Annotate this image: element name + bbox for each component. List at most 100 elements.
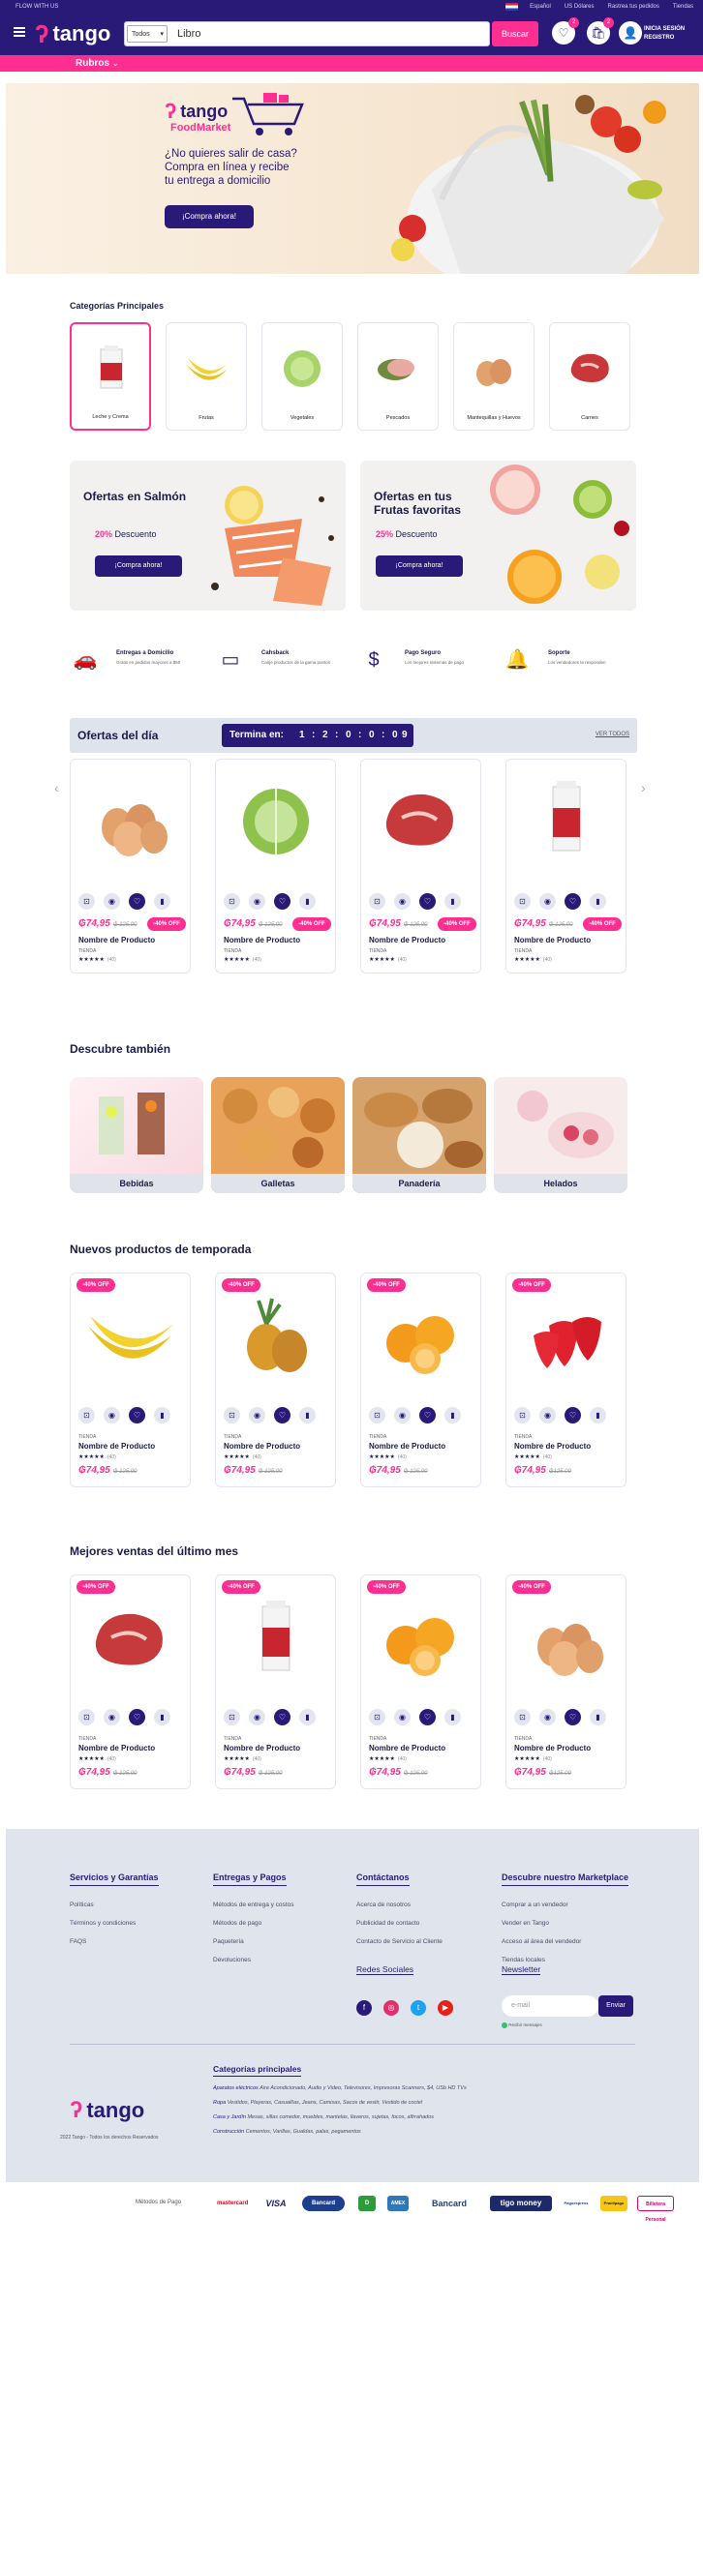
eye-icon[interactable]: ◉ xyxy=(394,893,411,910)
compare-icon[interactable]: ▮ xyxy=(590,1709,606,1725)
rubros-dropdown[interactable]: Rubros ⌄ xyxy=(76,58,118,69)
product-name[interactable]: Nombre de Producto xyxy=(224,1744,300,1752)
product-card[interactable]: -40% OFF ⊡ ◉ ♡ ▮ TIENDA Nombre de Producto ★★★★… xyxy=(505,1273,627,1487)
currency-link[interactable]: US Dólares xyxy=(565,4,595,10)
footer-link[interactable]: Acceso al área del vendedor xyxy=(502,1938,628,1945)
cart-icon[interactable]: ⊡ xyxy=(514,893,531,910)
product-card[interactable]: -40% OFF ⊡ ◉ ♡ ▮ TIENDA Nombre de Producto ★★★★… xyxy=(215,1574,336,1789)
heart-icon[interactable]: ♡ xyxy=(419,1709,436,1725)
product-card[interactable]: -40% OFF ⊡ ◉ ♡ ▮ TIENDA Nombre de Producto ★★★★… xyxy=(70,1273,191,1487)
product-name[interactable]: Nombre de Producto xyxy=(78,1744,155,1752)
search-category-select[interactable]: Todos xyxy=(127,25,168,43)
discover-card[interactable]: Helados xyxy=(494,1077,627,1193)
product-name[interactable]: Nombre de Producto xyxy=(224,1442,300,1451)
cart-icon[interactable]: 🛍 2 xyxy=(587,17,614,45)
search-button[interactable]: Buscar xyxy=(492,21,538,46)
product-name[interactable]: Nombre de Producto xyxy=(369,936,445,944)
product-card[interactable]: ⊡ ◉ ♡ ▮ ₲74,95 ₲ 125,00 -40% OFF Nombre de Prod… xyxy=(70,759,191,973)
promo-shop-button[interactable]: ¡Compra ahora! xyxy=(95,555,182,577)
instagram-icon[interactable]: ◎ xyxy=(383,2000,399,2016)
heart-icon[interactable]: ♡ xyxy=(419,1407,436,1423)
category-card[interactable]: Leche y Crema xyxy=(70,322,151,431)
compare-icon[interactable]: ▮ xyxy=(444,893,461,910)
heart-icon[interactable]: ♡ xyxy=(129,1407,145,1423)
footer-link[interactable]: Tiendas locales xyxy=(502,1957,628,1963)
cart-icon[interactable]: ⊡ xyxy=(224,1407,240,1423)
footer-link[interactable]: Vender en Tango xyxy=(502,1920,628,1927)
footer-logo[interactable]: ʔ tango xyxy=(70,2098,144,2123)
footer-link[interactable]: Métodos de entrega y costos xyxy=(213,1902,293,1908)
view-all-link[interactable]: VER TODOS xyxy=(596,732,629,737)
footer-link[interactable]: Métodos de pago xyxy=(213,1920,293,1927)
footer-link[interactable]: Publicidad de contacto xyxy=(356,1920,443,1927)
product-name[interactable]: Nombre de Producto xyxy=(514,936,591,944)
heart-icon[interactable]: ♡ xyxy=(274,893,290,910)
product-card[interactable]: ⊡ ◉ ♡ ▮ ₲74,95 ₲ 125,00 -40% OFF Nombre de Prod… xyxy=(215,759,336,973)
discover-card[interactable]: Panadería xyxy=(352,1077,486,1193)
product-name[interactable]: Nombre de Producto xyxy=(224,936,300,944)
heart-icon[interactable]: ♡ xyxy=(565,1407,581,1423)
product-name[interactable]: Nombre de Producto xyxy=(514,1744,591,1752)
category-card[interactable]: Mantequillas y Huevos xyxy=(453,322,535,431)
cart-icon[interactable]: ⊡ xyxy=(369,1709,385,1725)
promo-card-fruits[interactable]: Ofertas en tus Frutas favoritas 25% Descu… xyxy=(360,461,636,611)
compare-icon[interactable]: ▮ xyxy=(444,1709,461,1725)
footer-link[interactable]: Paquetería xyxy=(213,1938,293,1945)
compare-icon[interactable]: ▮ xyxy=(444,1407,461,1423)
footer-link[interactable]: Políticas xyxy=(70,1902,159,1908)
heart-icon[interactable]: ♡ xyxy=(129,1709,145,1725)
wishlist-icon[interactable]: ♡ 2 xyxy=(552,17,579,45)
heart-icon[interactable]: ♡ xyxy=(274,1407,290,1423)
product-card[interactable]: -40% OFF ⊡ ◉ ♡ ▮ TIENDA Nombre de Producto ★★★★… xyxy=(360,1273,481,1487)
cart-icon[interactable]: ⊡ xyxy=(369,1407,385,1423)
hero-shop-button[interactable]: ¡Compra ahora! xyxy=(165,205,254,228)
eye-icon[interactable]: ◉ xyxy=(539,1709,556,1725)
compare-icon[interactable]: ▮ xyxy=(299,893,316,910)
product-card[interactable]: ⊡ ◉ ♡ ▮ ₲74,95 ₲ 125,00 -40% OFF Nombre de Prod… xyxy=(360,759,481,973)
product-card[interactable]: -40% OFF ⊡ ◉ ♡ ▮ TIENDA Nombre de Producto ★★★★… xyxy=(505,1574,627,1789)
product-name[interactable]: Nombre de Producto xyxy=(514,1442,591,1451)
cart-icon[interactable]: ⊡ xyxy=(224,1709,240,1725)
cart-icon[interactable]: ⊡ xyxy=(78,893,95,910)
discover-card[interactable]: Bebidas xyxy=(70,1077,203,1193)
product-card[interactable]: -40% OFF ⊡ ◉ ♡ ▮ TIENDA Nombre de Producto ★★★★… xyxy=(70,1574,191,1789)
category-card[interactable]: Frutas xyxy=(166,322,247,431)
cart-icon[interactable]: ⊡ xyxy=(78,1407,95,1423)
cart-icon[interactable]: ⊡ xyxy=(369,893,385,910)
language-link[interactable]: Español xyxy=(530,4,551,10)
category-card[interactable]: Carnes xyxy=(549,322,630,431)
eye-icon[interactable]: ◉ xyxy=(394,1709,411,1725)
eye-icon[interactable]: ◉ xyxy=(249,1407,265,1423)
compare-icon[interactable]: ▮ xyxy=(590,893,606,910)
logo[interactable]: ʔ tango xyxy=(35,21,110,46)
product-card[interactable]: -40% OFF ⊡ ◉ ♡ ▮ TIENDA Nombre de Producto ★★★★… xyxy=(215,1273,336,1487)
carousel-prev-icon[interactable]: ‹ xyxy=(54,780,59,795)
track-orders-link[interactable]: Rastrea tus pedidos xyxy=(608,4,659,10)
eye-icon[interactable]: ◉ xyxy=(104,1709,120,1725)
heart-icon[interactable]: ♡ xyxy=(419,893,436,910)
compare-icon[interactable]: ▮ xyxy=(299,1407,316,1423)
category-card[interactable]: Pescados xyxy=(357,322,439,431)
discover-card[interactable]: Galletas xyxy=(211,1077,345,1193)
compare-icon[interactable]: ▮ xyxy=(299,1709,316,1725)
product-card[interactable]: -40% OFF ⊡ ◉ ♡ ▮ TIENDA Nombre de Producto ★★★★… xyxy=(360,1574,481,1789)
product-name[interactable]: Nombre de Producto xyxy=(369,1442,445,1451)
youtube-icon[interactable]: ▶ xyxy=(438,2000,453,2016)
footer-link[interactable]: Términos y condiciones xyxy=(70,1920,159,1927)
eye-icon[interactable]: ◉ xyxy=(249,893,265,910)
twitter-icon[interactable]: t xyxy=(411,2000,426,2016)
promo-card-salmon[interactable]: Ofertas en Salmón 20% Descuento ¡Compra … xyxy=(70,461,346,611)
compare-icon[interactable]: ▮ xyxy=(154,1407,170,1423)
product-name[interactable]: Nombre de Producto xyxy=(369,1744,445,1752)
eye-icon[interactable]: ◉ xyxy=(249,1709,265,1725)
user-icon[interactable]: 👤 xyxy=(619,21,642,45)
cart-icon[interactable]: ⊡ xyxy=(224,893,240,910)
footer-link[interactable]: Contacto de Servicio al Cliente xyxy=(356,1938,443,1945)
product-name[interactable]: Nombre de Producto xyxy=(78,936,155,944)
cart-icon[interactable]: ⊡ xyxy=(514,1709,531,1725)
heart-icon[interactable]: ♡ xyxy=(565,893,581,910)
compare-icon[interactable]: ▮ xyxy=(154,893,170,910)
footer-link[interactable]: FAQS xyxy=(70,1938,159,1945)
footer-link[interactable]: Comprar a un vendedor xyxy=(502,1902,628,1908)
newsletter-checkbox[interactable]: Recibir mensajes xyxy=(502,2022,542,2028)
